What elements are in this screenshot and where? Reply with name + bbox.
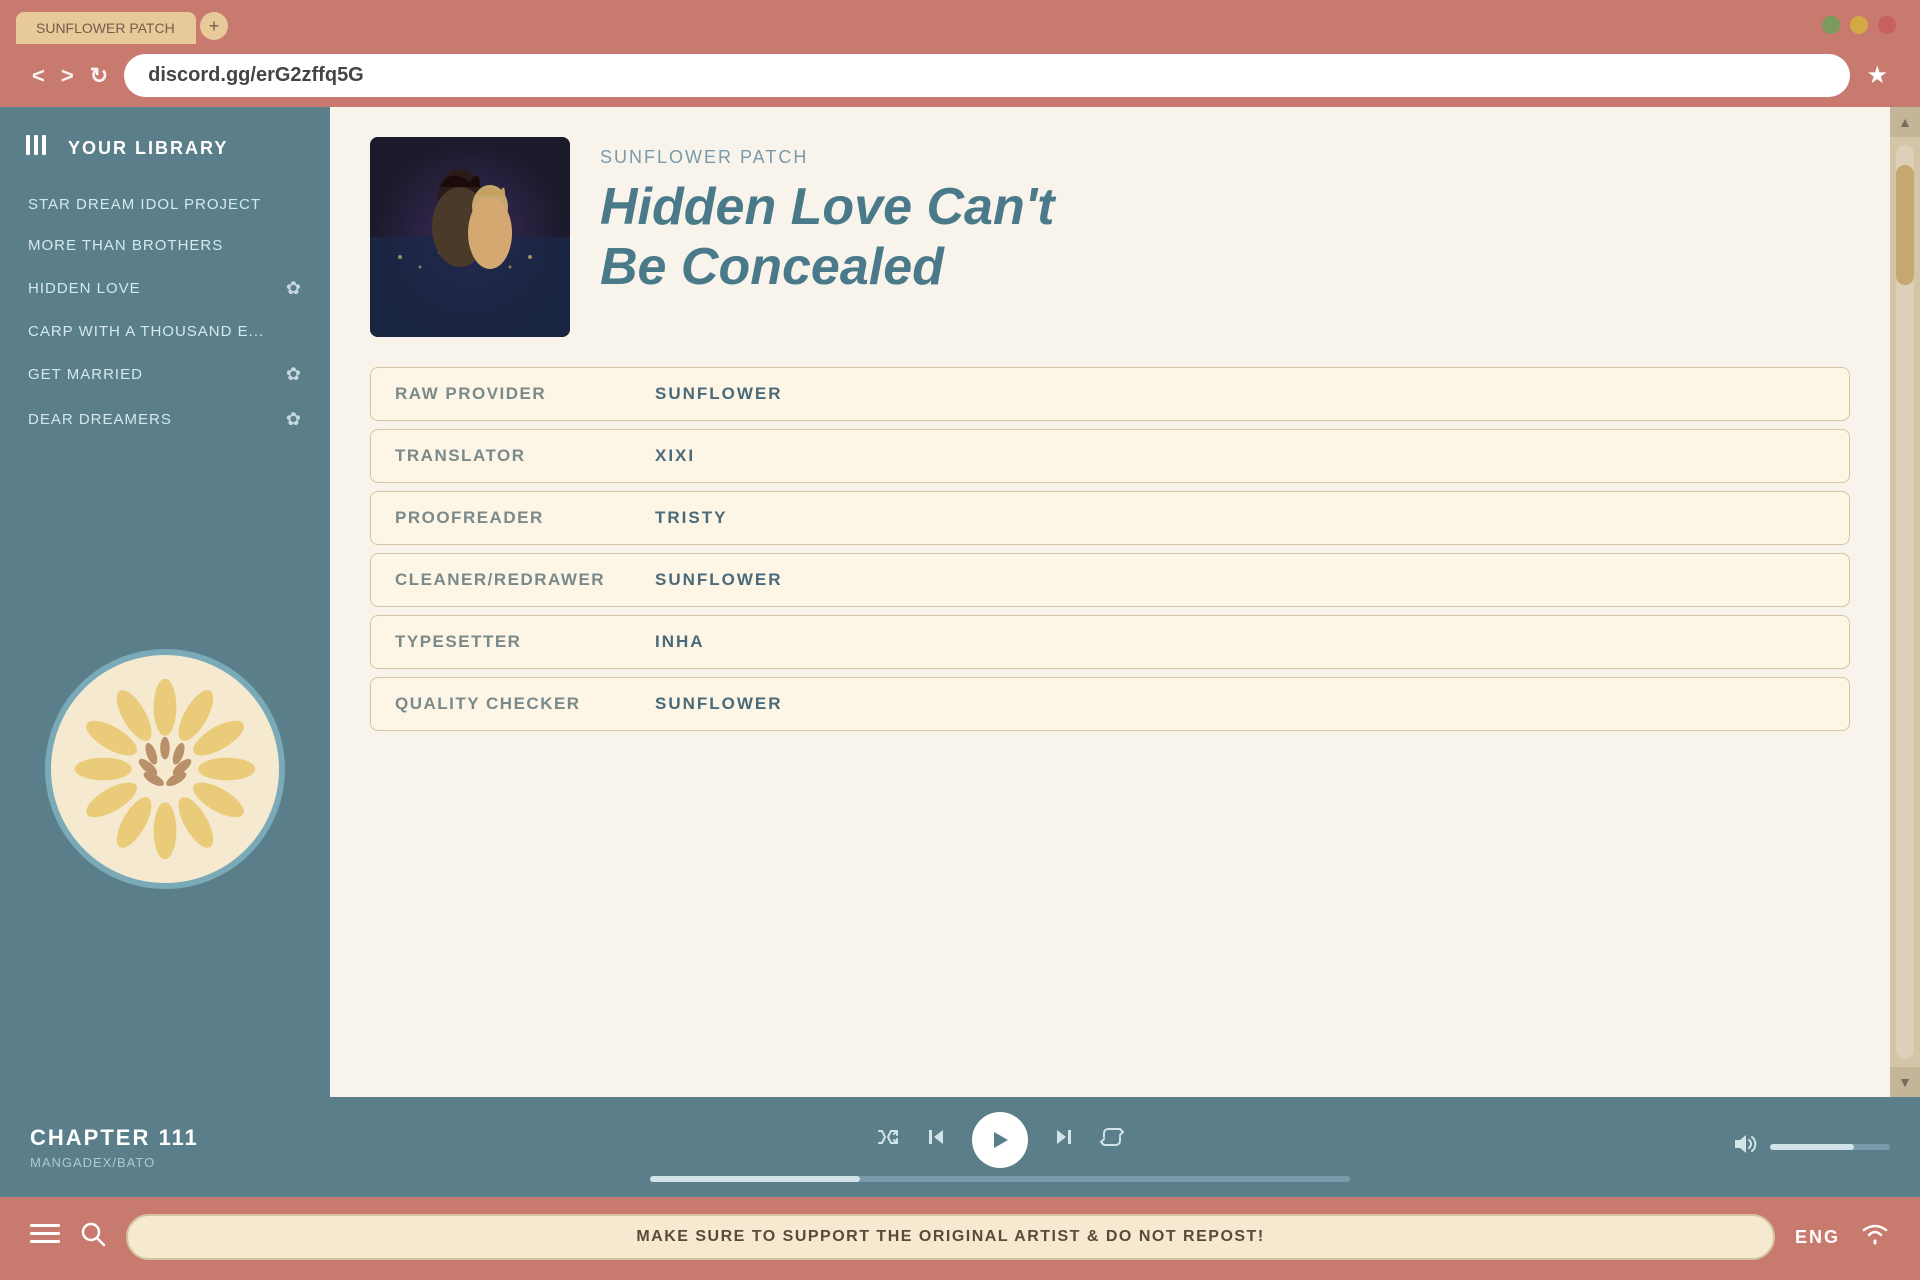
library-header: YOUR LIBRARY [0, 107, 330, 186]
sidebar-item-label: STAR DREAM IDOL PROJECT [28, 196, 261, 213]
sidebar-item-label: MORE THAN BROTHERS [28, 237, 223, 254]
sunflower-logo [45, 649, 285, 889]
star-icon: ✿ [286, 409, 302, 430]
bottom-message: MAKE SURE TO SUPPORT THE ORIGINAL ARTIST… [126, 1214, 1775, 1260]
library-icon [24, 131, 52, 166]
scroll-thumb[interactable] [1896, 165, 1914, 285]
sidebar-item-star-dream[interactable]: STAR DREAM IDOL PROJECT [20, 186, 310, 223]
credit-value: SUNFLOWER [631, 678, 1849, 730]
scroll-up-button[interactable]: ▲ [1890, 107, 1920, 137]
maximize-button[interactable] [1850, 16, 1868, 34]
credit-value: SUNFLOWER [631, 554, 1849, 606]
cover-art [370, 137, 570, 337]
player-info: CHAPTER 111 MANGADEX/BATO [30, 1125, 310, 1170]
search-button[interactable] [80, 1221, 106, 1254]
credit-row-typesetter: TYPESETTER INHA [370, 615, 1850, 669]
sidebar-item-carp[interactable]: CARP WITH A THOUSAND E... [20, 313, 310, 350]
bottom-bar: MAKE SURE TO SUPPORT THE ORIGINAL ARTIST… [0, 1197, 1920, 1277]
sidebar-item-label: GET MARRIED [28, 366, 143, 383]
star-icon: ✿ [286, 278, 302, 299]
credit-label: CLEANER/REDRAWER [371, 554, 631, 606]
tab-bar: SUNFLOWER PATCH + [16, 12, 1904, 44]
manga-cover [370, 137, 570, 337]
manga-info: SUNFLOWER PATCH Hidden Love Can't Be Con… [600, 137, 1850, 337]
credits-table: RAW PROVIDER SUNFLOWER TRANSLATOR XIXI P… [370, 367, 1850, 731]
sidebar-item-get-married[interactable]: GET MARRIED ✿ [20, 354, 310, 395]
chapter-source: MANGADEX/BATO [30, 1155, 310, 1170]
minimize-button[interactable] [1822, 16, 1840, 34]
address-bar-row: < > ↻ ★ [16, 44, 1904, 107]
refresh-button[interactable]: ↻ [90, 63, 108, 89]
player-controls [310, 1112, 1690, 1182]
sidebar-item-hidden-love[interactable]: HIDDEN LOVE ✿ [20, 268, 310, 309]
player-bar: CHAPTER 111 MANGADEX/BATO [0, 1097, 1920, 1197]
volume-fill [1770, 1144, 1854, 1150]
credit-label: QUALITY CHECKER [371, 678, 631, 730]
tab-label: SUNFLOWER PATCH [36, 20, 175, 36]
forward-button[interactable]: > [61, 63, 74, 89]
sidebar-item-label: DEAR DREAMERS [28, 411, 172, 428]
credit-row-translator: TRANSLATOR XIXI [370, 429, 1850, 483]
credit-label: TRANSLATOR [371, 430, 631, 482]
credit-row-proofreader: PROOFREADER TRISTY [370, 491, 1850, 545]
credit-value: XIXI [631, 430, 1849, 482]
close-button[interactable] [1878, 16, 1896, 34]
sidebar-logo-area [0, 440, 330, 1097]
sidebar: YOUR LIBRARY STAR DREAM IDOL PROJECT MOR… [0, 107, 330, 1097]
repeat-button[interactable] [1100, 1125, 1124, 1155]
progress-fill [650, 1176, 860, 1182]
main-layout: YOUR LIBRARY STAR DREAM IDOL PROJECT MOR… [0, 107, 1920, 1097]
chapter-title: CHAPTER 111 [30, 1125, 310, 1151]
main-content: SUNFLOWER PATCH Hidden Love Can't Be Con… [330, 107, 1890, 1097]
scroll-down-button[interactable]: ▼ [1890, 1067, 1920, 1097]
scroll-track[interactable] [1896, 145, 1914, 1059]
publisher-name: SUNFLOWER PATCH [600, 147, 1850, 168]
credit-label: TYPESETTER [371, 616, 631, 668]
player-buttons [876, 1112, 1124, 1168]
manga-header: SUNFLOWER PATCH Hidden Love Can't Be Con… [370, 137, 1850, 337]
credit-row-raw: RAW PROVIDER SUNFLOWER [370, 367, 1850, 421]
next-button[interactable] [1052, 1125, 1076, 1155]
wifi-icon [1860, 1221, 1890, 1253]
sidebar-list: STAR DREAM IDOL PROJECT MORE THAN BROTHE… [0, 186, 330, 440]
scrollbar[interactable]: ▲ ▼ [1890, 107, 1920, 1097]
play-button[interactable] [972, 1112, 1028, 1168]
shuffle-button[interactable] [876, 1125, 900, 1155]
volume-icon [1732, 1131, 1758, 1163]
sidebar-item-brothers[interactable]: MORE THAN BROTHERS [20, 227, 310, 264]
sidebar-item-label: CARP WITH A THOUSAND E... [28, 323, 264, 340]
browser-chrome: SUNFLOWER PATCH + < > ↻ ★ [0, 0, 1920, 107]
bookmark-button[interactable]: ★ [1866, 61, 1888, 90]
url-bar[interactable] [124, 54, 1850, 97]
star-icon: ✿ [286, 364, 302, 385]
manga-title: Hidden Love Can't Be Concealed [600, 178, 1850, 298]
credit-label: RAW PROVIDER [371, 368, 631, 420]
volume-bar[interactable] [1770, 1144, 1890, 1150]
language-selector[interactable]: ENG [1795, 1227, 1840, 1248]
sidebar-item-label: HIDDEN LOVE [28, 280, 141, 297]
prev-button[interactable] [924, 1125, 948, 1155]
hamburger-menu-button[interactable] [30, 1222, 60, 1253]
browser-tab[interactable]: SUNFLOWER PATCH [16, 12, 196, 44]
credit-value: INHA [631, 616, 1849, 668]
back-button[interactable]: < [32, 63, 45, 89]
sidebar-item-dear-dreamers[interactable]: DEAR DREAMERS ✿ [20, 399, 310, 440]
credit-value: SUNFLOWER [631, 368, 1849, 420]
library-title-text: YOUR LIBRARY [68, 138, 228, 159]
volume-area [1690, 1131, 1890, 1163]
credit-row-cleaner: CLEANER/REDRAWER SUNFLOWER [370, 553, 1850, 607]
credit-row-quality: QUALITY CHECKER SUNFLOWER [370, 677, 1850, 731]
window-controls [1822, 16, 1896, 34]
credit-value: TRISTY [631, 492, 1849, 544]
credit-label: PROOFREADER [371, 492, 631, 544]
new-tab-button[interactable]: + [200, 12, 228, 40]
progress-bar[interactable] [650, 1176, 1350, 1182]
